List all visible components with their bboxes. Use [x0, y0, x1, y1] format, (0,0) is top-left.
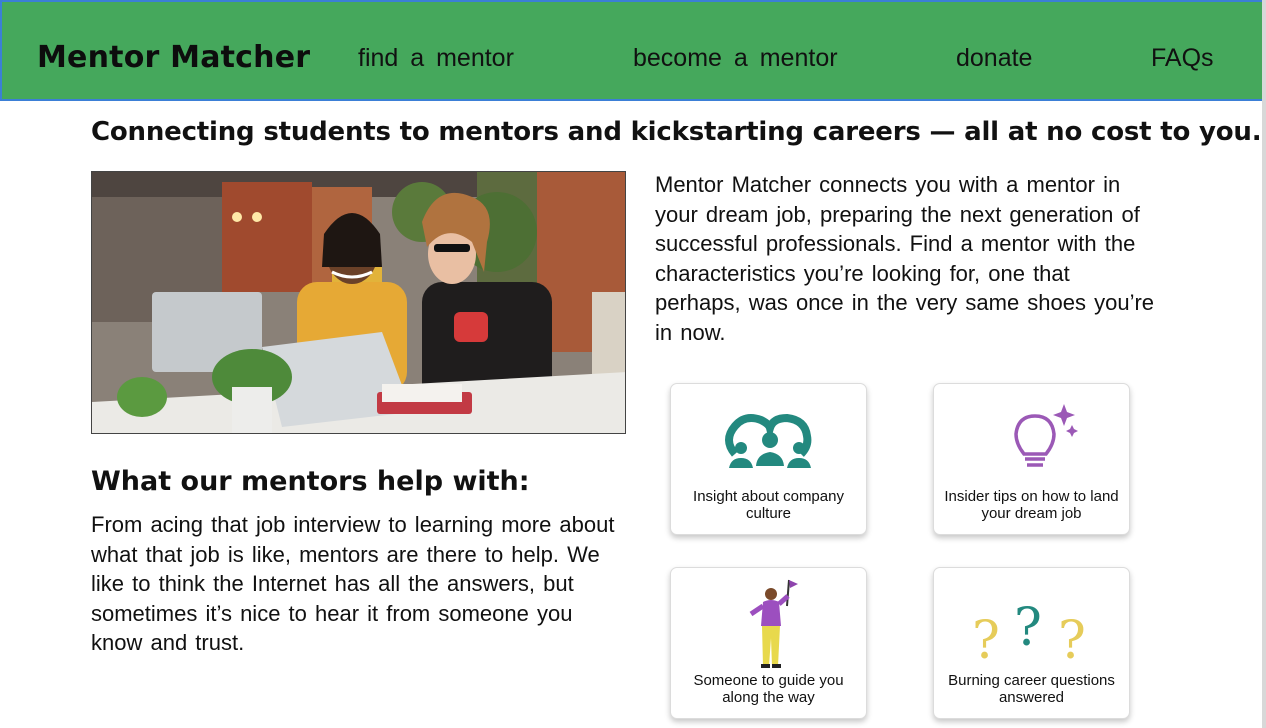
lightbulb-icon — [934, 396, 1131, 481]
nav-become-mentor[interactable]: become a mentor — [633, 44, 838, 73]
group-icon — [671, 396, 868, 481]
card-label: Insider tips on how to land your dream j… — [944, 488, 1119, 522]
help-paragraph: From acing that job interview to learnin… — [91, 512, 615, 656]
svg-text:?: ? — [972, 611, 1000, 671]
page-tagline: Connecting students to mentors and kicks… — [91, 117, 1262, 147]
feature-card-guide[interactable]: Someone to guide you along the way — [670, 567, 867, 719]
window-edge — [1262, 0, 1266, 728]
svg-text:?: ? — [1014, 598, 1042, 658]
nav-find-mentor[interactable]: find a mentor — [358, 44, 514, 73]
nav-donate[interactable]: donate — [956, 44, 1032, 73]
card-label: Someone to guide you along the way — [693, 672, 844, 706]
help-heading: What our mentors help with: — [91, 466, 530, 497]
svg-text:?: ? — [1058, 611, 1086, 671]
top-nav: Mentor Matcher find a mentor become a me… — [0, 0, 1264, 101]
mentoring-photo — [91, 171, 626, 434]
feature-card-questions[interactable]: ? ? ? Burning career questions answered — [933, 567, 1130, 719]
guide-person-icon — [671, 576, 868, 671]
nav-faqs[interactable]: FAQs — [1151, 44, 1214, 73]
feature-card-tips[interactable]: Insider tips on how to land your dream j… — [933, 383, 1130, 535]
feature-card-culture[interactable]: Insight about company culture — [670, 383, 867, 535]
card-label: Insight about company culture — [693, 488, 844, 522]
brand-logo[interactable]: Mentor Matcher — [37, 40, 310, 75]
question-marks-icon: ? ? ? — [934, 590, 1131, 675]
intro-paragraph: Mentor Matcher connects you with a mento… — [655, 172, 1155, 345]
card-label: Burning career questions answered — [948, 672, 1115, 706]
